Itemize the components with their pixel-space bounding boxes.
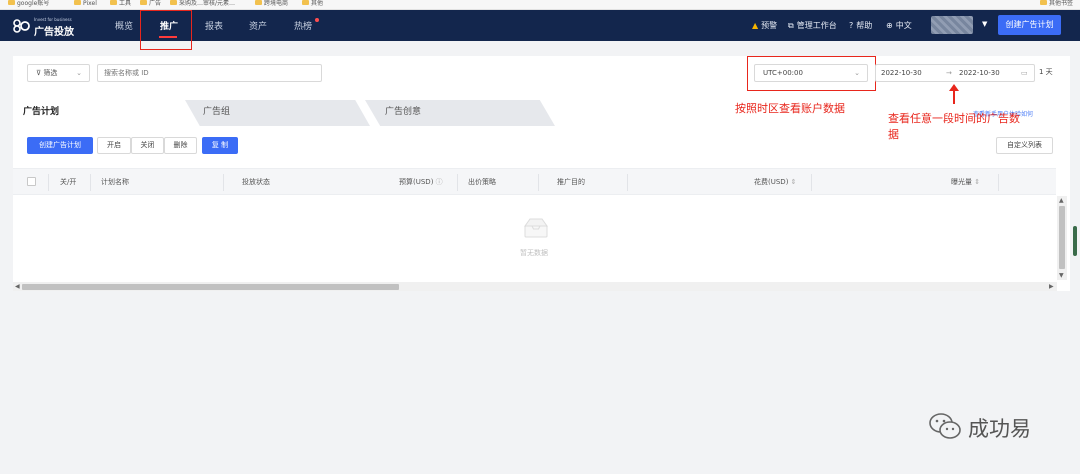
bookmark-item[interactable]: 工具 [110, 0, 131, 9]
sort-icon: ⇕ [790, 178, 797, 186]
delete-button[interactable]: 删除 [164, 137, 197, 154]
annotation-date-note-2: 据 [888, 128, 899, 141]
bookmark-other[interactable]: 其他书签 [1040, 0, 1073, 9]
nav-workbench[interactable]: ⧉ 管理工作台 [788, 20, 837, 31]
chevron-down-icon: ⌄ [76, 69, 82, 77]
nav-overview[interactable]: 概览 [115, 19, 133, 32]
horizontal-scroll-thumb[interactable] [22, 284, 399, 290]
disable-button[interactable]: 关闭 [131, 137, 164, 154]
bookmark-item[interactable]: 广告 [140, 0, 161, 9]
folder-icon [170, 0, 177, 5]
column-divider [223, 174, 224, 191]
annotation-arrow-icon [949, 84, 959, 104]
notification-dot [315, 18, 319, 22]
column-divider [538, 174, 539, 191]
column-spend[interactable]: 花费(USD) ⇕ [754, 177, 797, 187]
column-delivery-status[interactable]: 投放状态 [242, 177, 270, 187]
column-divider [811, 174, 812, 191]
tab-creatives[interactable]: 广告创意 [365, 100, 555, 126]
nav-assets[interactable]: 资产 [249, 19, 267, 32]
folder-icon [74, 0, 81, 5]
column-impressions[interactable]: 曝光量 ⇕ [951, 177, 980, 187]
column-divider [998, 174, 999, 191]
external-link-icon: ⧉ [788, 21, 794, 30]
folder-icon [1040, 0, 1047, 5]
table-header: 关/开 计划名称 投放状态 预算(USD) ⓘ 出价策略 推广目的 花费(USD… [13, 168, 1056, 195]
folder-icon [110, 0, 117, 5]
days-count: 1 天 [1039, 68, 1053, 76]
date-end: 2022-10-30 [959, 69, 1000, 77]
bookmark-item[interactable]: 其他 [302, 0, 323, 9]
create-campaign-top-button[interactable]: 创建广告计划 [998, 15, 1061, 35]
folder-icon [255, 0, 262, 5]
empty-state-text: 暂无数据 [520, 249, 548, 257]
create-campaign-button[interactable]: 创建广告计划 [27, 137, 93, 154]
date-start: 2022-10-30 [881, 69, 922, 77]
folder-icon [140, 0, 147, 5]
calendar-icon: ▭ [1021, 69, 1028, 77]
select-all-checkbox[interactable] [27, 177, 36, 186]
help-icon: ? [849, 21, 854, 30]
empty-box-icon [524, 218, 548, 238]
logo-text: 广告投放 [34, 27, 74, 38]
bookmark-item[interactable]: google账号 [8, 0, 49, 9]
warning-icon: ▲ [752, 21, 759, 30]
bookmark-item[interactable]: Pixel [74, 0, 97, 9]
column-campaign-name[interactable]: 计划名称 [101, 177, 129, 187]
folder-icon [8, 0, 15, 5]
caret-down-icon[interactable]: ▼ [982, 20, 987, 28]
watermark-text: 成功易 [968, 417, 1031, 441]
enable-button[interactable]: 开启 [97, 137, 131, 154]
info-icon: ⓘ [435, 178, 443, 186]
column-objective[interactable]: 推广目的 [557, 177, 585, 187]
column-divider [48, 174, 49, 191]
account-name-blurred[interactable] [931, 16, 973, 34]
globe-icon: ⊕ [886, 21, 893, 30]
scroll-down-icon[interactable]: ▼ [1059, 272, 1064, 279]
vertical-scroll-thumb[interactable] [1059, 206, 1065, 269]
copy-button[interactable]: 复 制 [202, 137, 238, 154]
nav-help[interactable]: ? 帮助 [849, 20, 872, 31]
nav-language[interactable]: ⊕ 中文 [886, 20, 912, 31]
annotation-box-nav [140, 10, 192, 50]
column-divider [627, 174, 628, 191]
customize-columns-button[interactable]: 自定义列表 [996, 137, 1053, 154]
annotation-date-note-1: 查看任意一段时间的广告数 [888, 112, 1020, 125]
nav-trending[interactable]: 热榜 [294, 19, 312, 32]
column-budget[interactable]: 预算(USD) ⓘ [399, 177, 443, 187]
annotation-timezone-note: 按照时区查看账户数据 [735, 102, 845, 115]
sort-icon: ⇕ [974, 178, 981, 186]
bookmark-item[interactable]: 跨境电商 [255, 0, 288, 9]
arrow-right-icon: → [946, 69, 952, 77]
wechat-icon [929, 413, 961, 439]
column-bid-strategy[interactable]: 出价策略 [468, 177, 496, 187]
column-toggle[interactable]: 关/开 [60, 177, 76, 187]
scroll-up-icon[interactable]: ▲ [1059, 197, 1064, 204]
tab-campaigns[interactable]: 广告计划 [13, 100, 193, 126]
logo-tagline: Invest for business [34, 17, 72, 22]
page-scroll-thumb[interactable] [1073, 226, 1077, 256]
nav-reports[interactable]: 报表 [205, 19, 223, 32]
nav-alert[interactable]: ▲ 预警 [752, 20, 777, 31]
search-input[interactable] [97, 64, 322, 82]
column-divider [90, 174, 91, 191]
bookmark-item[interactable]: 采购及…审核/元素… [170, 0, 235, 9]
scroll-left-icon[interactable]: ◀ [15, 283, 20, 290]
column-divider [457, 174, 458, 191]
folder-icon [302, 0, 309, 5]
filter-button[interactable]: ⊽ 筛选 ⌄ [27, 64, 90, 82]
tab-ad-groups[interactable]: 广告组 [185, 100, 370, 126]
bookmarks-bar: google账号 Pixel 工具 广告 采购及…审核/元素… 跨境电商 其他 … [0, 0, 1080, 10]
date-range-picker[interactable]: 2022-10-30 → 2022-10-30 ▭ [875, 64, 1035, 82]
annotation-box-timezone [747, 56, 876, 91]
scroll-right-icon[interactable]: ▶ [1049, 283, 1054, 290]
logo-icon [13, 19, 30, 33]
